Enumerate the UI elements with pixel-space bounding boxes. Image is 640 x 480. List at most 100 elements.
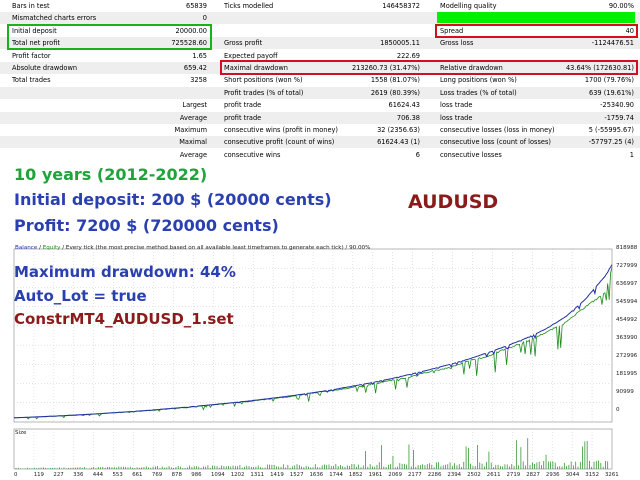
report-row: Maximal consecutive profit (count of wins… [0, 136, 640, 149]
x-tick-label: 1852 [348, 472, 363, 478]
report-row: Largest profit trade 61624.43 loss trade -25… [0, 99, 640, 111]
report-cell-v3: 90.00% [608, 2, 634, 10]
x-tick-label: 878 [171, 472, 182, 478]
symbol-caption: AUDUSD [408, 191, 499, 213]
report-row: Average profit trade 706.38 loss trade -1759… [0, 111, 640, 124]
report-row: Total trades 3258 Short positions (won %) 1… [0, 74, 640, 86]
report-cell-v1: Average [179, 113, 207, 122]
report-cell-v2: 1558 (81.07%) [370, 76, 420, 85]
x-tick-label: 2827 [526, 472, 540, 478]
report-cell-v3: -1124476.51 [591, 39, 634, 48]
report-cell-l2: Maximal drawdown [224, 64, 288, 72]
report-cell-v2: 222.69 [396, 51, 420, 60]
y-tick-label: 454992 [616, 317, 638, 323]
x-tick-label: 769 [151, 472, 163, 478]
x-tick-label: 1961 [368, 472, 383, 478]
y-tick-label: 636997 [616, 281, 638, 287]
report-cell-v3 [520, 50, 634, 62]
caption-balance: Balance [15, 245, 38, 251]
report-cell-v1: 725528.60 [171, 39, 207, 48]
report-row: Profit trades (% of total) 2619 (80.39%) L… [0, 86, 640, 99]
initial-deposit-caption: Initial deposit: 200 $ (20000 cents) [14, 190, 332, 209]
report-cell-v1: 3258 [190, 76, 207, 85]
x-tick-label: 661 [132, 472, 143, 478]
report-table: Bars in test 65839 Ticks modelled 146458372… [0, 0, 640, 162]
report-cell-v2: 32 (2356.63) [377, 126, 420, 134]
report-cell-v3: -57797.25 (4) [588, 138, 634, 147]
x-tick-label: 2611 [486, 472, 501, 478]
report-cell-l2: profit trade [224, 113, 262, 122]
x-tick-label: 1744 [329, 472, 343, 478]
size-label: Size [15, 430, 27, 436]
report-cell-v2 [330, 12, 420, 24]
report-cell-v2: 2619 (80.39%) [370, 88, 420, 97]
report-cell-v2: 146458372 [382, 2, 420, 10]
report-cell-v1: Average [179, 150, 207, 159]
auto-lot-caption: Auto_Lot = true [14, 287, 147, 305]
report-cell-v3: 43.64% (172630.81) [565, 64, 634, 72]
caption-equity: Equity [42, 245, 61, 251]
x-tick-label: 1094 [211, 472, 225, 478]
x-tick-label: 3152 [585, 472, 600, 478]
caption-rest: / Every tick (the most precise method ba… [60, 245, 371, 251]
x-tick-label: 2502 [467, 472, 481, 478]
x-tick-label: 2286 [427, 472, 442, 478]
x-tick-label: 2719 [506, 472, 521, 478]
report-cell-v3: -1759.74 [604, 113, 634, 122]
report-cell-v3: 40 [625, 26, 634, 35]
report-cell-l2: Short positions (won %) [224, 76, 303, 85]
report-cell-v1: Largest [182, 101, 207, 110]
x-tick-label: 1202 [230, 472, 245, 478]
y-tick-label: 90999 [616, 389, 634, 395]
x-tick-label: 3044 [565, 472, 580, 478]
report-cell-v2: 61624.43 (1) [377, 138, 420, 147]
report-cell-v2: 61624.43 [388, 101, 420, 110]
report-cell-v1: Maximum [174, 126, 208, 134]
report-cell-v2 [330, 25, 420, 37]
report-cell-l2 [224, 25, 344, 37]
x-tick-label: 2936 [545, 472, 560, 478]
x-tick-label: 3261 [605, 472, 619, 478]
report-cell-v3: 639 (19.61%) [589, 88, 634, 97]
profit-caption: Profit: 7200 $ (720000 cents) [14, 216, 279, 235]
y-tick-label: 0 [616, 407, 620, 413]
chart-caption: Balance / Equity / Every tick (the most … [15, 245, 370, 251]
report-cell-v1: 20000.00 [175, 26, 207, 35]
report-cell-v1: 1.65 [192, 51, 207, 60]
report-cell-l2 [224, 12, 344, 24]
report-cell-v3: 1 [629, 150, 634, 159]
y-tick-label: 727999 [616, 263, 638, 269]
report-cell-l2: Ticks modelled [224, 2, 274, 10]
x-tick-label: 227 [53, 472, 64, 478]
report-row: Bars in test 65839 Ticks modelled 146458372… [0, 0, 640, 12]
x-tick-label: 119 [33, 472, 44, 478]
report-cell-v2: 1850005.11 [380, 39, 420, 48]
x-tick-label: 336 [73, 472, 84, 478]
x-tick-label: 1311 [250, 472, 265, 478]
set-file-caption: ConstrMT4_AUDUSD_1.set [14, 310, 234, 328]
x-tick-label: 2394 [447, 472, 462, 478]
x-tick-label: 0 [14, 472, 18, 478]
report-row: Average consecutive wins 6 consecutive loss… [0, 149, 640, 161]
report-cell-v2: 213260.73 (31.47%) [351, 64, 420, 72]
x-tick-label: 444 [92, 472, 104, 478]
report-cell-v1 [120, 87, 207, 99]
report-row: Profit factor 1.65 Expected payoff 222.69 [0, 50, 640, 62]
report-cell-l2: Gross profit [224, 39, 263, 48]
report-cell-v1: Maximal [179, 138, 207, 147]
modelling-quality-bar [437, 12, 635, 23]
x-tick-label: 553 [112, 472, 123, 478]
x-tick-label: 2177 [408, 472, 422, 478]
x-tick-label: 1419 [270, 472, 284, 478]
report-cell-v1: 0 [202, 14, 207, 23]
report-cell-v3: 5 (-55995.67) [588, 126, 634, 134]
report-cell-v2: 6 [415, 150, 420, 159]
report-cell-v2: 706.38 [396, 113, 420, 122]
report-cell-l2: Expected payoff [224, 51, 278, 60]
report-cell-v3: -25340.90 [600, 101, 634, 110]
report-cell-v3: 1700 (79.76%) [584, 76, 634, 85]
x-tick-label: 1636 [309, 472, 324, 478]
report-row: Initial deposit 20000.00 Spread 40 [0, 25, 640, 37]
report-cell-v1: 659.42 [183, 64, 207, 72]
x-tick-label: 2069 [388, 472, 403, 478]
